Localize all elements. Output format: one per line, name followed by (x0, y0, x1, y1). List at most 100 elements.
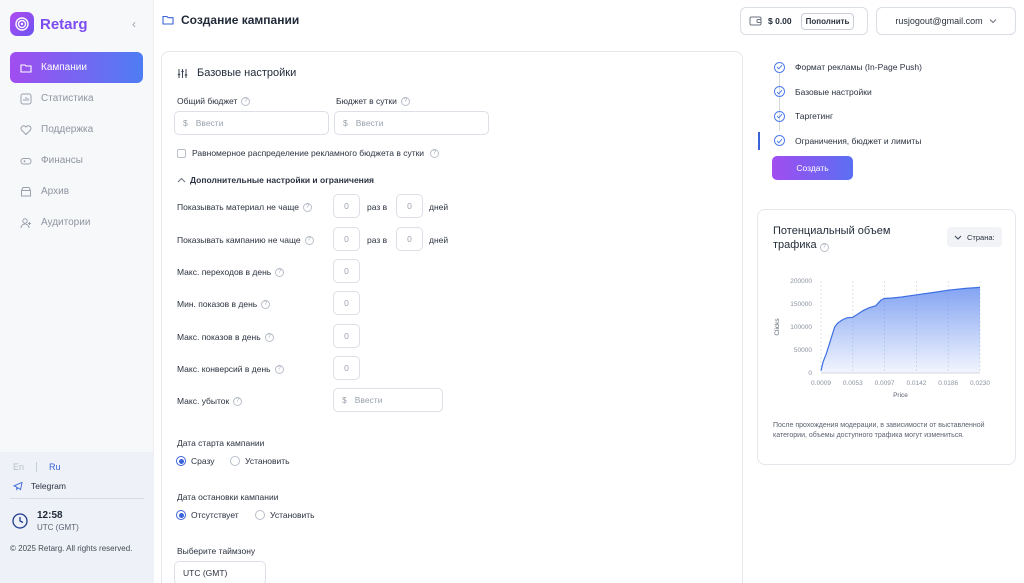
total-budget-input[interactable]: $ Ввести (174, 111, 329, 135)
stop-set-radio[interactable]: Установить (255, 510, 315, 520)
user-menu[interactable]: rusjogout@gmail.com (876, 7, 1016, 35)
freq-material-times-input[interactable]: 0 (333, 194, 360, 218)
radio[interactable] (230, 456, 240, 466)
label-text: Макс. убыток (177, 396, 230, 406)
input-placeholder: Ввести (354, 395, 383, 405)
create-button[interactable]: Создать (772, 156, 853, 180)
sidebar-item-archive[interactable]: Архив (10, 176, 143, 207)
traffic-title-text: Потенциальный объем трафика (773, 225, 891, 251)
traffic-note: После прохождения модерации, в зависимос… (773, 422, 985, 439)
heart-icon (20, 124, 32, 135)
telegram-link[interactable]: Telegram (13, 481, 66, 491)
help-icon[interactable]: ? (264, 332, 274, 342)
sidebar-item-support[interactable]: Поддержка (10, 114, 143, 145)
wallet-icon (749, 16, 762, 26)
sidebar-item-statistics[interactable]: Статистика (10, 83, 143, 114)
sidebar-item-finance[interactable]: Финансы (10, 145, 143, 176)
label-text: Макс. переходов в день (177, 267, 272, 277)
archive-icon (21, 186, 31, 196)
sidebar-item-audiences[interactable]: Аудитории (10, 207, 143, 238)
traffic-chart: 0.0009 0.0053 0.0097 0.0142 0.0186 0.0230 0 500… (774, 278, 990, 399)
section-title: Базовые настройки (177, 67, 296, 79)
step-label: Формат рекламы (In-Page Push) (795, 62, 922, 73)
traffic-title: Потенциальный объем трафика ? (773, 224, 923, 252)
clock: 12:58 UTC (GMT) (12, 510, 79, 532)
radio[interactable] (255, 510, 265, 520)
help-icon[interactable]: ? (819, 242, 829, 252)
help-icon[interactable]: ? (261, 299, 271, 309)
lang-ru-button[interactable]: Ru (36, 462, 61, 472)
start-now-radio[interactable]: Сразу (176, 456, 215, 466)
section-title-text: Базовые настройки (197, 67, 297, 79)
radio-selected[interactable] (176, 456, 186, 466)
input-placeholder: Ввести (195, 118, 224, 128)
max-clicks-label: Макс. переходов в день? (177, 267, 285, 277)
step-format[interactable]: Формат рекламы (In-Page Push) (758, 55, 1008, 80)
times-in-text: раз в (367, 202, 388, 212)
wallet-widget: $ 0.00 Пополнить (740, 7, 868, 35)
advanced-settings-toggle[interactable]: Дополнительные настройки и ограничения (177, 175, 374, 185)
uniform-distribution-checkbox[interactable]: Равномерное распределение рекламного бюд… (177, 148, 440, 158)
min-impressions-label: Мин. показов в день? (177, 299, 271, 309)
label-text: Мин. показов в день (177, 299, 258, 309)
balance-value: $ 0.00 (768, 16, 792, 26)
max-conversions-input[interactable]: 0 (333, 356, 360, 380)
daily-budget-input[interactable]: $ Ввести (334, 111, 489, 135)
country-filter[interactable]: Страна: (947, 227, 1002, 247)
freq-campaign-label: Показывать кампанию не чаще? (177, 235, 314, 245)
clock-icon (12, 513, 28, 529)
total-budget-label: Общий бюджет? (177, 96, 251, 106)
freq-material-days-input[interactable]: 0 (396, 194, 423, 218)
country-label: Страна: (967, 232, 995, 242)
checkbox[interactable] (177, 148, 186, 158)
help-icon[interactable]: ? (241, 96, 251, 106)
x-tick-label: 0.0009 (811, 380, 831, 387)
label-text: Показывать материал не чаще (177, 202, 300, 212)
y-tick-label: 150000 (790, 301, 812, 308)
stop-none-radio[interactable]: Отсутствует (176, 510, 239, 520)
folder-icon (162, 15, 174, 25)
max-conversions-label: Макс. конверсий в день? (177, 364, 284, 374)
help-icon[interactable]: ? (430, 148, 440, 158)
lang-en-button[interactable]: En (13, 462, 24, 472)
max-impressions-input[interactable]: 0 (333, 324, 360, 348)
max-loss-input[interactable]: $ Ввести (333, 388, 443, 412)
step-targeting[interactable]: Таргетинг (758, 104, 1008, 129)
radio-selected[interactable] (176, 510, 186, 520)
divider (10, 498, 144, 499)
collapse-sidebar-icon[interactable]: ‹ (132, 17, 136, 31)
help-icon[interactable]: ? (400, 96, 410, 106)
sidebar-item-label: Архив (41, 186, 70, 197)
step-limits[interactable]: Ограничения, бюджет и лимиты (758, 129, 1008, 154)
sidebar-item-campaigns[interactable]: Кампании (10, 52, 143, 83)
clock-time: 12:58 (37, 510, 63, 521)
help-icon[interactable]: ? (275, 267, 285, 277)
label-text: Показывать кампанию не чаще (177, 235, 301, 245)
timezone-select[interactable]: UTC (GMT) (174, 561, 266, 583)
freq-campaign-times-input[interactable]: 0 (333, 227, 360, 251)
user-add-icon (20, 217, 31, 228)
input-placeholder: Ввести (355, 118, 384, 128)
help-icon[interactable]: ? (304, 235, 314, 245)
min-impressions-input[interactable]: 0 (333, 291, 360, 315)
step-basic-settings[interactable]: Базовые настройки (758, 80, 1008, 105)
brand[interactable]: Retarg (10, 12, 88, 36)
currency-icon: $ (183, 118, 188, 128)
sidebar: Retarg ‹ Кампании Статистика Поддержка Ф… (0, 0, 154, 583)
radio-label: Установить (270, 510, 315, 520)
brand-logo-icon (10, 12, 34, 36)
max-clicks-input[interactable]: 0 (333, 259, 360, 283)
help-icon[interactable]: ? (274, 364, 284, 374)
help-icon[interactable]: ? (233, 396, 243, 406)
topup-button[interactable]: Пополнить (800, 12, 855, 30)
chevron-down-icon (989, 19, 996, 24)
sidebar-item-label: Финансы (41, 155, 83, 166)
telegram-label: Telegram (31, 481, 66, 491)
currency-icon: $ (343, 118, 348, 128)
freq-campaign-days-input[interactable]: 0 (396, 227, 423, 251)
start-set-radio[interactable]: Установить (230, 456, 290, 466)
brand-name: Retarg (40, 15, 88, 33)
max-loss-label: Макс. убыток? (177, 396, 243, 406)
copyright: © 2025 Retarg. All rights reserved. (10, 544, 133, 553)
help-icon[interactable]: ? (303, 202, 313, 212)
